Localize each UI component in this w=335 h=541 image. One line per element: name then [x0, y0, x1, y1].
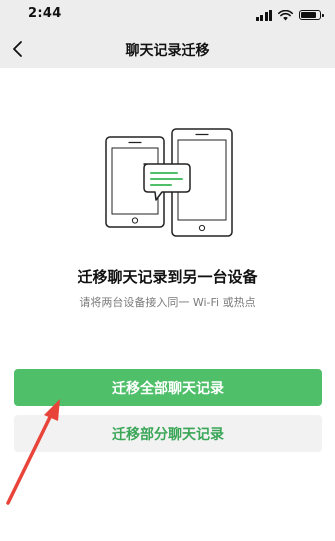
page-title: 聊天记录迁移 — [125, 43, 210, 59]
battery-icon — [299, 10, 324, 20]
device-migration-illustration — [105, 128, 233, 237]
migrate-all-button[interactable]: 迁移全部聊天记录 — [14, 369, 322, 406]
navigation-bar: 聊天记录迁移 — [0, 30, 335, 68]
migrate-partial-button[interactable]: 迁移部分聊天记录 — [14, 415, 322, 452]
cellular-signal-icon — [255, 9, 272, 21]
network-hint-text: 请将两台设备接入同一 Wi-Fi 或热点 — [79, 296, 256, 309]
status-time: 2:44 — [28, 6, 62, 21]
status-bar: 2:44 — [0, 0, 335, 30]
migration-headline: 迁移聊天记录到另一台设备 — [77, 268, 258, 286]
wifi-icon — [278, 9, 293, 20]
status-icons — [255, 9, 324, 21]
annotation-arrow-icon — [6, 399, 60, 505]
